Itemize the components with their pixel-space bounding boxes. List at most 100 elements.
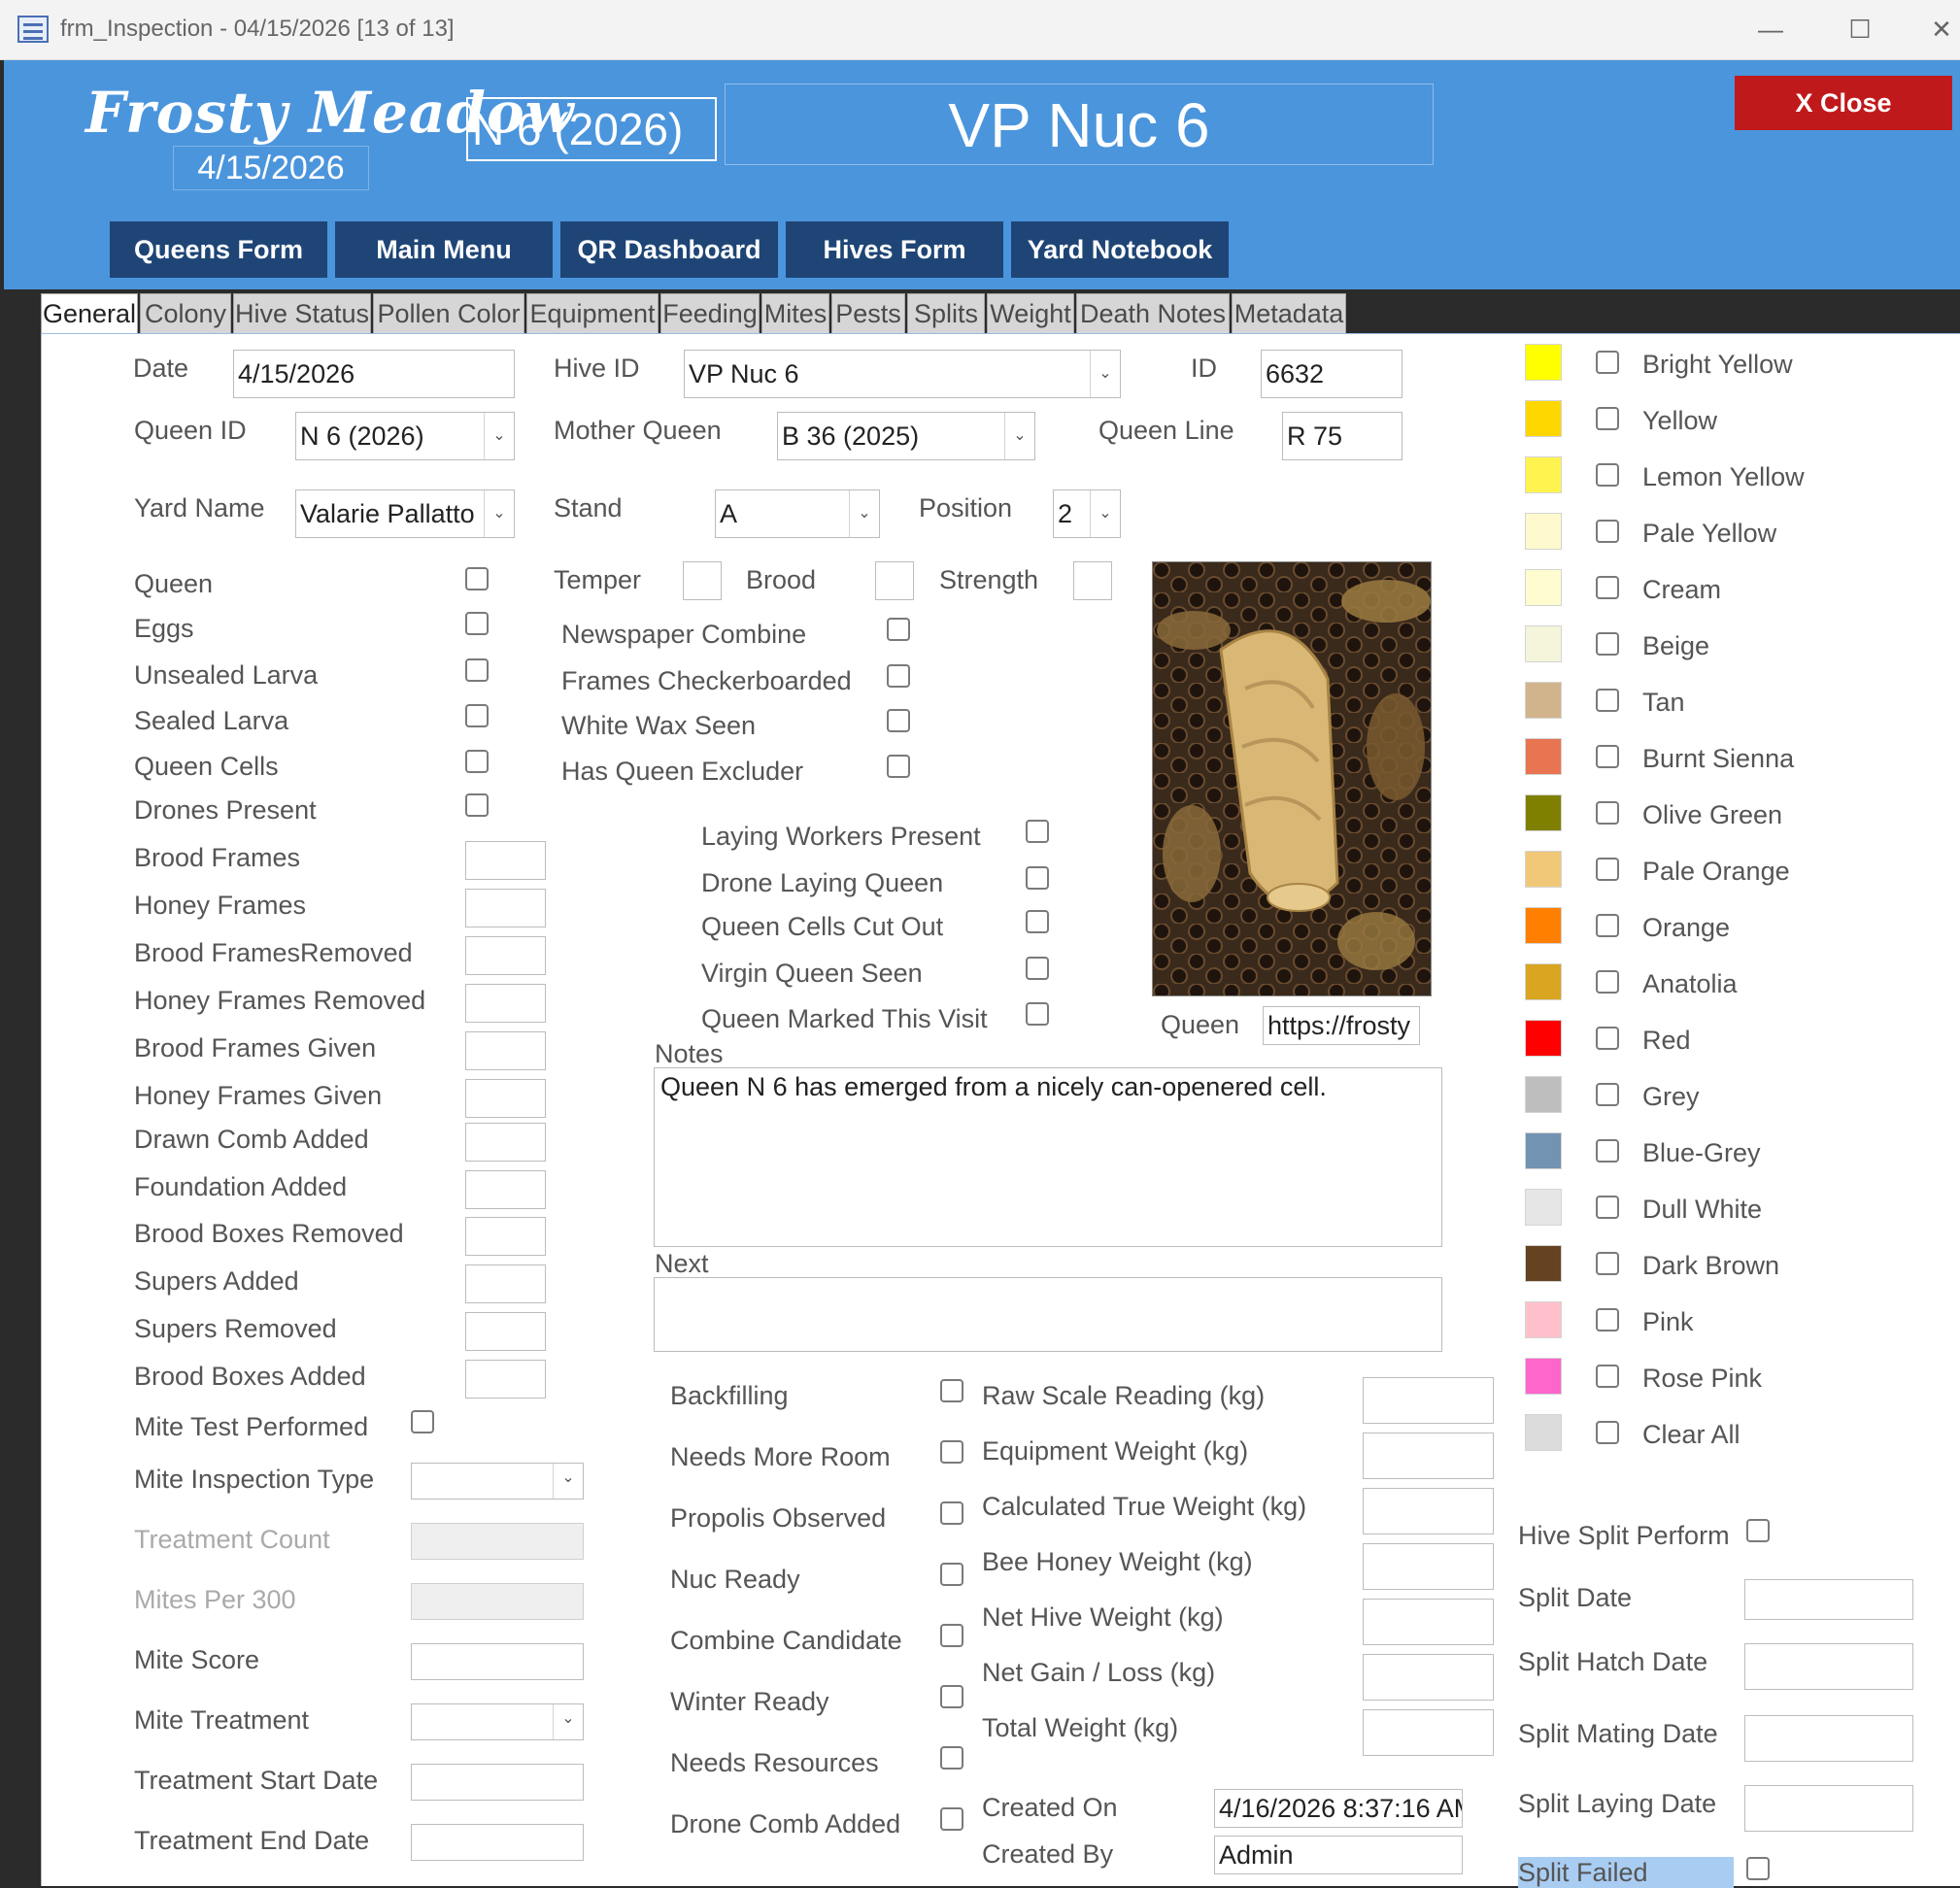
tab-equipment[interactable]: Equipment bbox=[526, 293, 659, 334]
treatment-start-field[interactable] bbox=[411, 1764, 584, 1801]
tab-metadata[interactable]: Metadata bbox=[1232, 293, 1346, 334]
queens-form-button[interactable]: Queens Form bbox=[110, 221, 327, 278]
true-weight-field[interactable] bbox=[1363, 1488, 1494, 1534]
pollen-checkbox-tan[interactable] bbox=[1596, 689, 1619, 712]
id-field[interactable]: 6632 bbox=[1261, 350, 1402, 398]
propolis-observed-checkbox[interactable] bbox=[940, 1501, 963, 1525]
header-queen-id[interactable]: N 6 (2026) bbox=[466, 97, 717, 161]
mite-inspection-type-combo[interactable]: ⌄ bbox=[411, 1463, 584, 1500]
chevron-down-icon[interactable]: ⌄ bbox=[553, 1464, 583, 1499]
hives-form-button[interactable]: Hives Form bbox=[786, 221, 1003, 278]
chevron-down-icon[interactable]: ⌄ bbox=[1090, 351, 1120, 397]
notes-field[interactable]: Queen N 6 has emerged from a nicely can-… bbox=[654, 1067, 1442, 1247]
pollen-checkbox-yellow[interactable] bbox=[1596, 407, 1619, 430]
chevron-down-icon[interactable]: ⌄ bbox=[849, 490, 879, 537]
honey-frames-removed-field[interactable] bbox=[465, 984, 546, 1023]
queen-cells-checkbox[interactable] bbox=[465, 750, 489, 773]
net-hive-weight-field[interactable] bbox=[1363, 1599, 1494, 1645]
queen-id-combo[interactable]: N 6 (2026) ⌄ bbox=[295, 412, 515, 460]
pollen-checkbox-blue-grey[interactable] bbox=[1596, 1139, 1619, 1163]
drawn-comb-added-field[interactable] bbox=[465, 1123, 546, 1162]
has-queen-excluder-checkbox[interactable] bbox=[887, 755, 910, 778]
split-mating-date-field[interactable] bbox=[1744, 1715, 1913, 1762]
tab-mites[interactable]: Mites bbox=[761, 293, 829, 334]
tab-death-notes[interactable]: Death Notes bbox=[1076, 293, 1230, 334]
queen-marked-checkbox[interactable] bbox=[1026, 1002, 1049, 1026]
split-laying-date-field[interactable] bbox=[1744, 1785, 1913, 1832]
close-button[interactable]: X Close bbox=[1735, 76, 1952, 130]
brood-boxes-added-field[interactable] bbox=[465, 1360, 546, 1399]
supers-added-field[interactable] bbox=[465, 1264, 546, 1303]
pollen-checkbox-bright-yellow[interactable] bbox=[1596, 351, 1619, 374]
pollen-checkbox-orange[interactable] bbox=[1596, 914, 1619, 937]
tab-feeding[interactable]: Feeding bbox=[660, 293, 760, 334]
raw-scale-field[interactable] bbox=[1363, 1377, 1494, 1424]
tab-hive-status[interactable]: Hive Status bbox=[233, 293, 371, 334]
strength-field[interactable] bbox=[1073, 561, 1112, 600]
pollen-checkbox-burnt-sienna[interactable] bbox=[1596, 745, 1619, 768]
eggs-checkbox[interactable] bbox=[465, 612, 489, 635]
pollen-checkbox-pink[interactable] bbox=[1596, 1308, 1619, 1332]
tab-weight[interactable]: Weight bbox=[987, 293, 1074, 334]
drone-laying-queen-checkbox[interactable] bbox=[1026, 866, 1049, 890]
total-weight-field[interactable] bbox=[1363, 1709, 1494, 1756]
temper-field[interactable] bbox=[683, 561, 722, 600]
pollen-checkbox-olive-green[interactable] bbox=[1596, 801, 1619, 825]
frames-checkerboarded-checkbox[interactable] bbox=[887, 664, 910, 688]
tab-splits[interactable]: Splits bbox=[907, 293, 985, 334]
chevron-down-icon[interactable]: ⌄ bbox=[553, 1704, 583, 1739]
queen-seen-checkbox[interactable] bbox=[465, 567, 489, 590]
minimize-button[interactable]: — bbox=[1748, 10, 1793, 49]
drone-comb-added-checkbox[interactable] bbox=[940, 1807, 963, 1831]
chevron-down-icon[interactable]: ⌄ bbox=[484, 490, 514, 537]
mite-treatment-combo[interactable]: ⌄ bbox=[411, 1703, 584, 1740]
queen-line-field[interactable]: R 75 bbox=[1282, 412, 1402, 460]
split-failed-checkbox[interactable] bbox=[1746, 1857, 1770, 1880]
qr-dashboard-button[interactable]: QR Dashboard bbox=[560, 221, 778, 278]
hive-id-combo[interactable]: VP Nuc 6 ⌄ bbox=[684, 350, 1121, 398]
mother-queen-combo[interactable]: B 36 (2025) ⌄ bbox=[777, 412, 1035, 460]
brood-frames-field[interactable] bbox=[465, 841, 546, 880]
queen-cells-cut-out-checkbox[interactable] bbox=[1026, 910, 1049, 933]
maximize-button[interactable]: ☐ bbox=[1838, 10, 1882, 49]
foundation-added-field[interactable] bbox=[465, 1170, 546, 1209]
sealed-larva-checkbox[interactable] bbox=[465, 704, 489, 727]
tab-pollen-color[interactable]: Pollen Color bbox=[373, 293, 524, 334]
pollen-checkbox-lemon-yellow[interactable] bbox=[1596, 463, 1619, 487]
unsealed-larva-checkbox[interactable] bbox=[465, 658, 489, 682]
mite-score-field[interactable] bbox=[411, 1643, 584, 1680]
split-hatch-date-field[interactable] bbox=[1744, 1643, 1913, 1690]
laying-workers-checkbox[interactable] bbox=[1026, 820, 1049, 843]
nuc-ready-checkbox[interactable] bbox=[940, 1563, 963, 1586]
pollen-checkbox-beige[interactable] bbox=[1596, 632, 1619, 656]
pollen-checkbox-dull-white[interactable] bbox=[1596, 1196, 1619, 1219]
needs-resources-checkbox[interactable] bbox=[940, 1746, 963, 1770]
split-date-field[interactable] bbox=[1744, 1579, 1913, 1620]
chevron-down-icon[interactable]: ⌄ bbox=[1090, 490, 1120, 537]
pollen-checkbox-cream[interactable] bbox=[1596, 576, 1619, 599]
backfilling-checkbox[interactable] bbox=[940, 1379, 963, 1402]
honey-frames-given-field[interactable] bbox=[465, 1079, 546, 1118]
brood-boxes-removed-field[interactable] bbox=[465, 1217, 546, 1256]
pollen-checkbox-red[interactable] bbox=[1596, 1027, 1619, 1050]
brood-field[interactable] bbox=[875, 561, 914, 600]
combine-candidate-checkbox[interactable] bbox=[940, 1624, 963, 1647]
tab-pests[interactable]: Pests bbox=[831, 293, 905, 334]
date-field[interactable]: 4/15/2026 bbox=[233, 350, 515, 398]
honey-frames-field[interactable] bbox=[465, 889, 546, 927]
needs-more-room-checkbox[interactable] bbox=[940, 1440, 963, 1464]
pollen-checkbox-anatolia[interactable] bbox=[1596, 970, 1619, 994]
pollen-checkbox-grey[interactable] bbox=[1596, 1083, 1619, 1106]
brood-frames-given-field[interactable] bbox=[465, 1031, 546, 1070]
pollen-checkbox-pale-yellow[interactable] bbox=[1596, 520, 1619, 543]
net-gain-loss-field[interactable] bbox=[1363, 1654, 1494, 1701]
next-field[interactable] bbox=[654, 1277, 1442, 1352]
pollen-checkbox-rose-pink[interactable] bbox=[1596, 1365, 1619, 1388]
created-on-field[interactable]: 4/16/2026 8:37:16 AM bbox=[1214, 1789, 1463, 1828]
mite-test-checkbox[interactable] bbox=[411, 1410, 434, 1433]
tab-colony[interactable]: Colony bbox=[140, 293, 231, 334]
white-wax-seen-checkbox[interactable] bbox=[887, 709, 910, 732]
yard-name-combo[interactable]: Valarie Pallatto ⌄ bbox=[295, 489, 515, 538]
winter-ready-checkbox[interactable] bbox=[940, 1685, 963, 1708]
chevron-down-icon[interactable]: ⌄ bbox=[484, 413, 514, 459]
